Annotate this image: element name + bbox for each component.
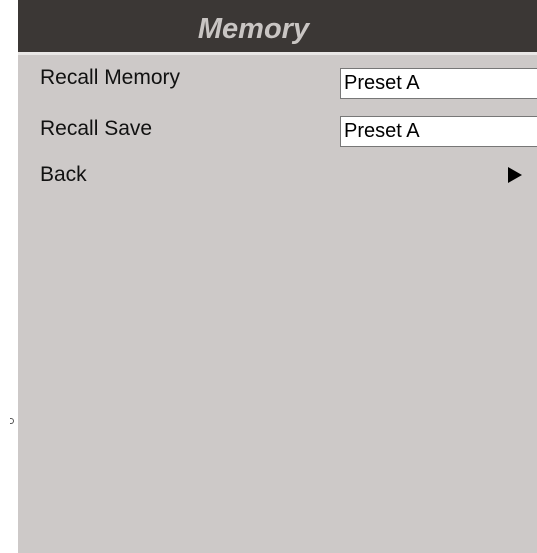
recall-memory-label[interactable]: Recall Memory: [40, 63, 180, 93]
edge-mark: [10, 418, 14, 424]
menu-header: Memory: [18, 0, 537, 55]
recall-save-label[interactable]: Recall Save: [40, 114, 152, 144]
recall-save-value[interactable]: Preset A: [340, 116, 537, 147]
recall-memory-value[interactable]: Preset A: [340, 68, 537, 99]
memory-menu-panel: Memory Recall Memory Preset A Recall Sav…: [18, 0, 537, 553]
right-triangle-arrow-icon[interactable]: [508, 167, 522, 183]
menu-title: Memory: [197, 13, 310, 45]
back-menu-item[interactable]: Back: [40, 160, 87, 190]
